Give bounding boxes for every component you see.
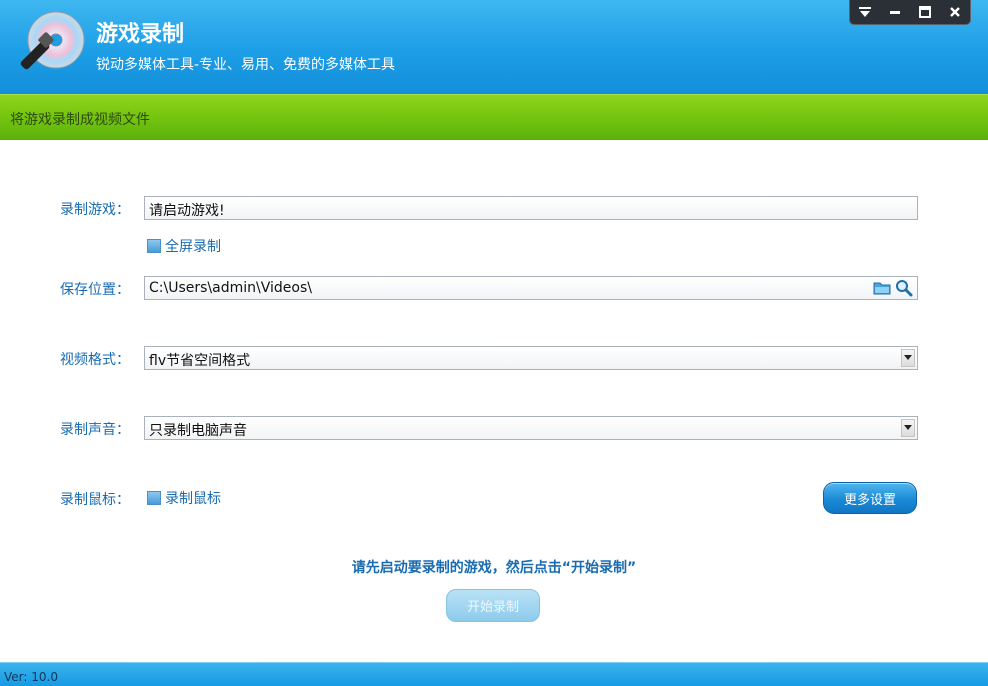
mouse-checkbox-row[interactable]: 录制鼠标	[147, 488, 221, 508]
app-subtitle: 锐动多媒体工具-专业、易用、免费的多媒体工具	[96, 57, 396, 73]
save-label: 保存位置：	[60, 282, 130, 298]
window-controls	[849, 0, 971, 25]
audio-label: 录制声音：	[60, 422, 130, 438]
hint-text: 请先启动要录制的游戏，然后点击“开始录制”	[351, 560, 637, 576]
version-label: Ver: 10.0	[4, 670, 58, 684]
mouse-checkbox-label: 录制鼠标	[165, 491, 221, 507]
mouse-label: 录制鼠标：	[60, 492, 130, 508]
fullscreen-label: 全屏录制	[165, 239, 221, 255]
game-label: 录制游戏：	[60, 202, 130, 218]
app-header: 游戏录制 锐动多媒体工具-专业、易用、免费的多媒体工具	[0, 0, 988, 94]
mouse-checkbox[interactable]	[147, 491, 161, 505]
game-field[interactable]: 请启动游戏!	[144, 196, 918, 220]
close-icon[interactable]	[943, 2, 967, 22]
audio-select[interactable]: 只录制电脑声音	[144, 416, 918, 440]
game-field-value: 请启动游戏!	[149, 203, 225, 219]
fullscreen-checkbox[interactable]	[147, 239, 161, 253]
save-path-field[interactable]: C:\Users\admin\Videos\	[144, 276, 918, 300]
folder-icon[interactable]	[873, 280, 891, 296]
section-band: 将游戏录制成视频文件	[0, 94, 988, 140]
more-settings-button[interactable]: 更多设置	[823, 482, 917, 514]
app-title: 游戏录制	[96, 22, 185, 47]
format-select[interactable]: flv节省空间格式	[144, 346, 918, 370]
audio-select-value: 只录制电脑声音	[149, 423, 247, 439]
format-select-value: flv节省空间格式	[149, 353, 251, 369]
chevron-down-icon[interactable]	[901, 419, 915, 437]
save-path-value: C:\Users\admin\Videos\	[149, 280, 312, 296]
chevron-down-icon[interactable]	[901, 349, 915, 367]
band-title: 将游戏录制成视频文件	[10, 112, 150, 128]
menu-down-icon[interactable]	[853, 2, 877, 22]
search-icon[interactable]	[895, 279, 913, 297]
minimize-icon[interactable]	[883, 2, 907, 22]
fullscreen-checkbox-row[interactable]: 全屏录制	[147, 236, 221, 256]
status-bar: Ver: 10.0	[0, 662, 988, 686]
format-label: 视频格式：	[60, 352, 130, 368]
disc-with-torch-icon	[20, 11, 85, 70]
maximize-icon[interactable]	[913, 2, 937, 22]
start-record-button[interactable]: 开始录制	[446, 589, 540, 622]
